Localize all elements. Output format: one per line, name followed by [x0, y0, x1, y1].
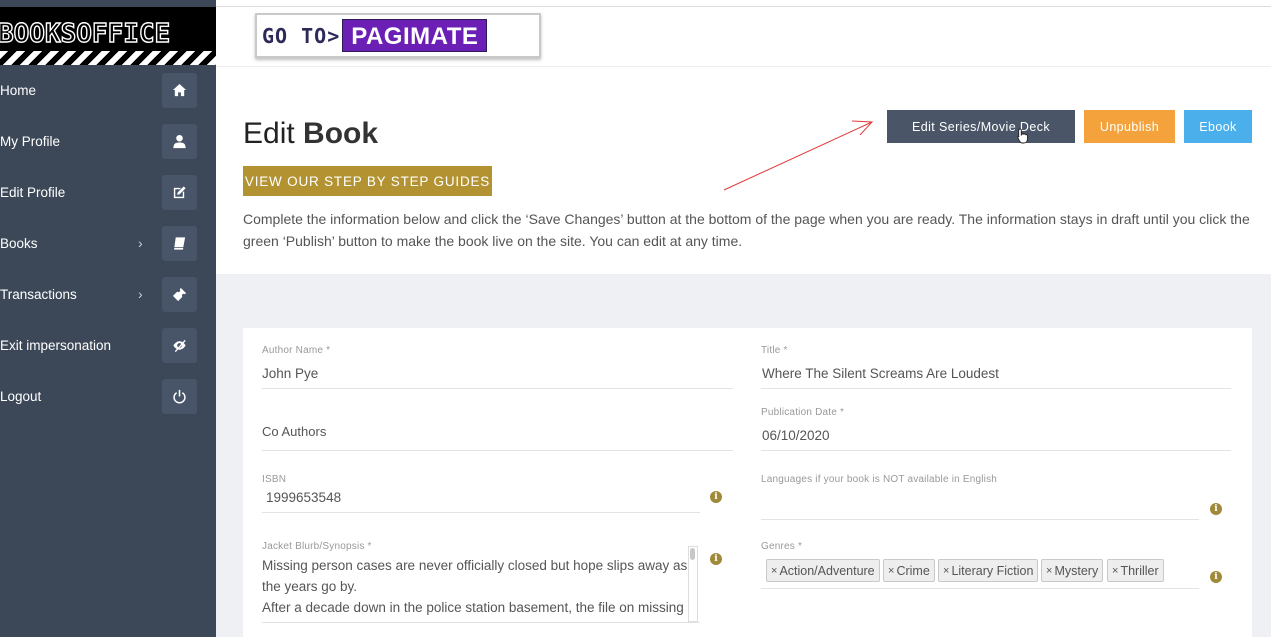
author-name-label: Author Name * [262, 345, 331, 356]
sidebar-item-transactions[interactable]: Transactions › [0, 274, 216, 314]
logo-stripes [0, 51, 216, 65]
genres-info-icon[interactable]: i [1210, 571, 1222, 583]
remove-tag-icon[interactable]: × [771, 565, 777, 577]
author-name-underline [262, 388, 733, 389]
publication-date-field[interactable]: 06/10/2020 [762, 428, 830, 443]
isbn-label: ISBN [262, 474, 287, 485]
brand-goto-text: GO TO> [262, 23, 341, 48]
chevron-right-icon: › [138, 235, 143, 251]
languages-underline [761, 519, 1199, 520]
ebook-button[interactable]: Ebook [1184, 110, 1252, 143]
title-label: Title * [761, 345, 788, 356]
sidebar-item-logout[interactable]: Logout [0, 376, 216, 416]
sidebar-item-label: Logout [0, 388, 42, 404]
genre-tag-mystery[interactable]: × Mystery [1041, 559, 1104, 582]
edit-icon [162, 174, 197, 210]
brand-pagimate-text: PAGIMATE [342, 19, 488, 52]
co-authors-underline [262, 450, 733, 451]
sidebar-item-label: Books [0, 235, 38, 251]
page-title-edit: Edit [243, 117, 295, 150]
genre-tag-crime[interactable]: × Crime [883, 559, 935, 582]
genres-label: Genres * [761, 541, 803, 552]
genre-tag-label: Crime [896, 563, 930, 578]
user-icon [162, 123, 197, 159]
isbn-info-icon[interactable]: i [710, 491, 722, 503]
genre-tag-label: Mystery [1054, 563, 1099, 578]
sidebar-item-label: Edit Profile [0, 184, 66, 200]
genre-tag-label: Action/Adventure [779, 563, 875, 578]
annotation-arrow-icon [723, 120, 874, 191]
sidebar-item-books[interactable]: Books › [0, 223, 216, 263]
page-title: Edit Book [243, 117, 378, 151]
genre-tag-label: Thriller [1120, 563, 1159, 578]
sidebar-item-my-profile[interactable]: My Profile [0, 121, 216, 161]
blurb-underline [262, 622, 700, 623]
edit-series-movie-deck-button[interactable]: Edit Series/Movie Deck [887, 110, 1075, 143]
book-icon [162, 225, 197, 261]
power-icon [162, 378, 197, 414]
unpublish-button[interactable]: Unpublish [1084, 110, 1175, 143]
publication-date-label: Publication Date * [761, 407, 845, 418]
sidebar-item-label: Exit impersonation [0, 337, 112, 353]
sidebar-item-label: My Profile [0, 133, 61, 149]
blurb-line: Missing person cases are never officiall… [262, 558, 688, 573]
languages-info-icon[interactable]: i [1210, 503, 1222, 515]
remove-tag-icon[interactable]: × [1112, 565, 1118, 577]
logo-text: BOOKSOFFICE [0, 18, 171, 49]
eye-slash-icon [162, 327, 197, 363]
remove-tag-icon[interactable]: × [888, 565, 894, 577]
step-by-step-guides-button[interactable]: VIEW OUR STEP BY STEP GUIDES [243, 166, 492, 196]
title-field[interactable]: Where The Silent Screams Are Loudest [762, 366, 999, 381]
isbn-field[interactable]: 1999653548 [266, 490, 341, 505]
intro-text: Complete the information below and click… [243, 211, 1250, 249]
blurb-line: After a decade down in the police statio… [262, 600, 684, 615]
publication-date-underline [761, 450, 1231, 451]
remove-tag-icon[interactable]: × [1046, 565, 1052, 577]
author-name-field[interactable]: John Pye [262, 366, 318, 381]
genre-tag-action-adventure[interactable]: × Action/Adventure [766, 559, 880, 582]
blurb-label: Jacket Blurb/Synopsis * [262, 541, 372, 552]
home-icon [162, 72, 197, 108]
sidebar-item-label: Transactions [0, 286, 77, 302]
blurb-textarea[interactable]: Missing person cases are never officiall… [262, 555, 690, 618]
sidebar: BOOKSOFFICE Home My Profile Edit Profile… [0, 0, 216, 637]
pagimate-banner[interactable]: GO TO> PAGIMATE [255, 13, 541, 58]
genre-tag-label: Literary Fiction [951, 563, 1034, 578]
remove-tag-icon[interactable]: × [943, 565, 949, 577]
sidebar-item-edit-profile[interactable]: Edit Profile [0, 172, 216, 212]
isbn-underline [262, 512, 700, 513]
genre-tag-literary-fiction[interactable]: × Literary Fiction [938, 559, 1039, 582]
genre-tag-thriller[interactable]: × Thriller [1107, 559, 1164, 582]
blurb-info-icon[interactable]: i [710, 553, 722, 565]
ticket-icon [162, 276, 197, 312]
top-divider [216, 6, 1271, 7]
genres-underline [761, 588, 1199, 589]
page-title-book: Book [294, 117, 379, 150]
title-underline [761, 388, 1231, 389]
sidebar-item-home[interactable]: Home [0, 70, 216, 110]
blurb-line: the years go by. [262, 579, 358, 594]
languages-label: Languages if your book is NOT available … [761, 474, 998, 485]
co-authors-field[interactable]: Co Authors [262, 424, 326, 439]
chevron-right-icon: › [138, 286, 143, 302]
booksoffice-logo[interactable]: BOOKSOFFICE [0, 7, 216, 65]
blurb-scrollbar-thumb[interactable] [690, 548, 695, 560]
hand-cursor-icon [1017, 128, 1028, 144]
sidebar-item-label: Home [0, 82, 37, 98]
sidebar-item-exit-impersonation[interactable]: Exit impersonation [0, 325, 216, 365]
